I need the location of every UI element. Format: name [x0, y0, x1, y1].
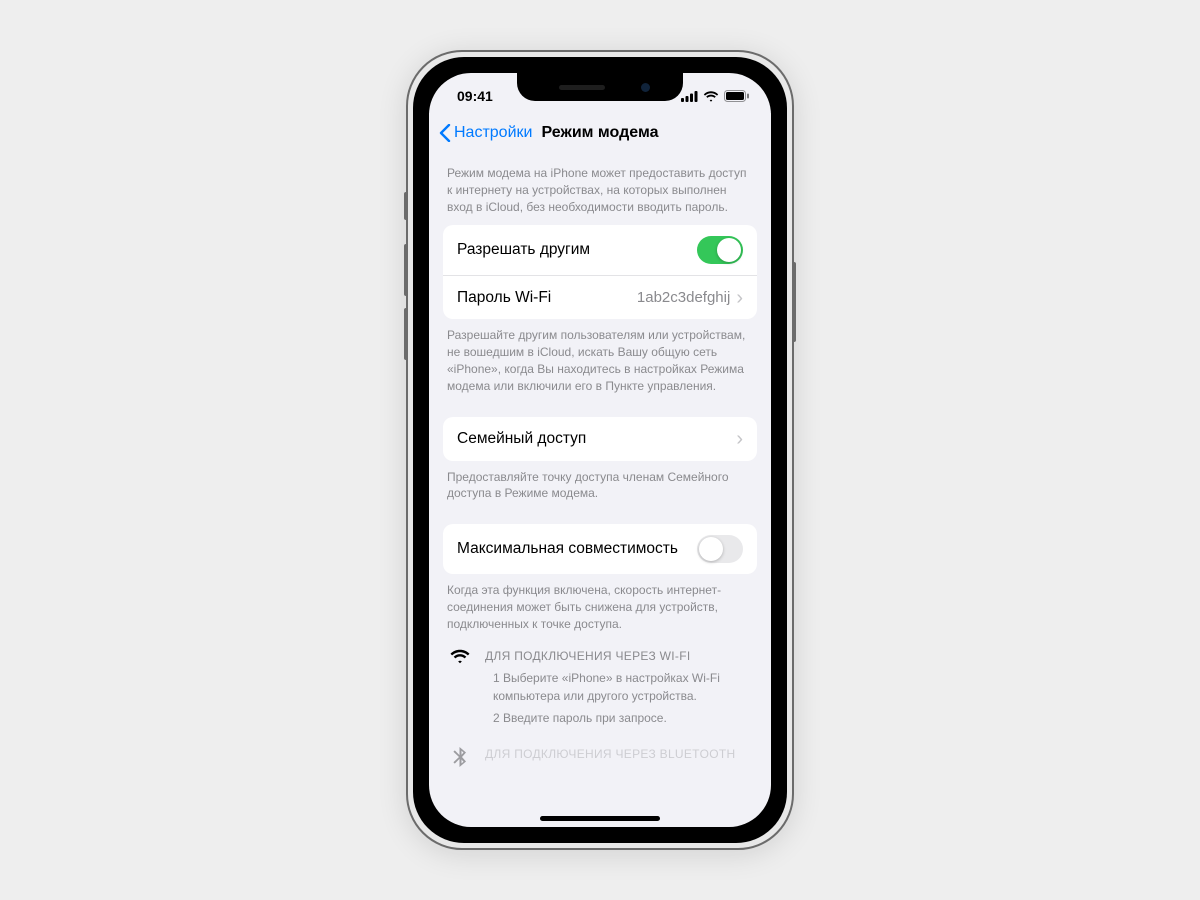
compat-section: Максимальная совместимость: [443, 524, 757, 574]
battery-icon: [724, 90, 749, 102]
front-camera: [641, 83, 650, 92]
notch: [517, 73, 683, 101]
status-right: [681, 90, 749, 102]
phone-bezel: 09:41 Настройки Режим модема Режим модем…: [413, 57, 787, 843]
screen: 09:41 Настройки Режим модема Режим модем…: [429, 73, 771, 827]
silent-switch: [404, 192, 408, 220]
wifi-instructions-heading: ДЛЯ ПОДКЛЮЧЕНИЯ ЧЕРЕЗ WI-FI: [485, 647, 753, 665]
nav-bar: Настройки Режим модема: [429, 113, 771, 153]
wifi-instruction-step-1: 1 Выберите «iPhone» в настройках Wi-Fi к…: [485, 669, 753, 705]
status-time: 09:41: [457, 88, 493, 104]
speaker-grille: [559, 85, 605, 90]
family-section: Семейный доступ ›: [443, 417, 757, 461]
max-compat-label: Максимальная совместимость: [457, 540, 678, 558]
wifi-icon: [449, 649, 471, 665]
power-button: [792, 262, 796, 342]
wifi-instructions: ДЛЯ ПОДКЛЮЧЕНИЯ ЧЕРЕЗ WI-FI 1 Выберите «…: [429, 641, 771, 731]
wifi-password-row[interactable]: Пароль Wi-Fi 1ab2c3defghij ›: [443, 275, 757, 319]
chevron-left-icon: [439, 124, 451, 142]
volume-up-button: [404, 244, 408, 296]
allow-others-row[interactable]: Разрешать другим: [443, 225, 757, 275]
home-indicator[interactable]: [540, 816, 660, 821]
intro-text: Режим модема на iPhone может предоставит…: [429, 153, 771, 225]
compat-footer: Когда эта функция включена, скорость инт…: [429, 574, 771, 640]
wifi-icon: [703, 91, 719, 102]
allow-others-toggle[interactable]: [697, 236, 743, 264]
family-sharing-label: Семейный доступ: [457, 430, 586, 448]
page-title: Режим модема: [542, 124, 659, 142]
wifi-password-value: 1ab2c3defghij: [637, 289, 730, 306]
wifi-instruction-step-2: 2 Введите пароль при запросе.: [485, 709, 753, 727]
allow-section: Разрешать другим Пароль Wi-Fi 1ab2c3defg…: [443, 225, 757, 319]
family-footer: Предоставляйте точку доступа членам Семе…: [429, 461, 771, 511]
cellular-icon: [681, 91, 698, 102]
chevron-right-icon: ›: [736, 288, 743, 308]
back-button[interactable]: Настройки: [439, 124, 532, 142]
bluetooth-instructions-heading: ДЛЯ ПОДКЛЮЧЕНИЯ ЧЕРЕЗ BLUETOOTH: [485, 745, 753, 763]
wifi-password-label: Пароль Wi-Fi: [457, 289, 551, 307]
max-compat-toggle[interactable]: [697, 535, 743, 563]
chevron-right-icon: ›: [736, 429, 743, 449]
family-sharing-row[interactable]: Семейный доступ ›: [443, 417, 757, 461]
allow-others-label: Разрешать другим: [457, 241, 590, 259]
volume-down-button: [404, 308, 408, 360]
max-compat-row[interactable]: Максимальная совместимость: [443, 524, 757, 574]
bluetooth-icon: [453, 747, 467, 767]
phone-frame: 09:41 Настройки Режим модема Режим модем…: [406, 50, 794, 850]
allow-footer: Разрешайте другим пользователям или устр…: [429, 319, 771, 402]
content[interactable]: Режим модема на iPhone может предоставит…: [429, 153, 771, 827]
bluetooth-instructions: ДЛЯ ПОДКЛЮЧЕНИЯ ЧЕРЕЗ BLUETOOTH: [429, 739, 771, 767]
back-label: Настройки: [454, 124, 532, 142]
